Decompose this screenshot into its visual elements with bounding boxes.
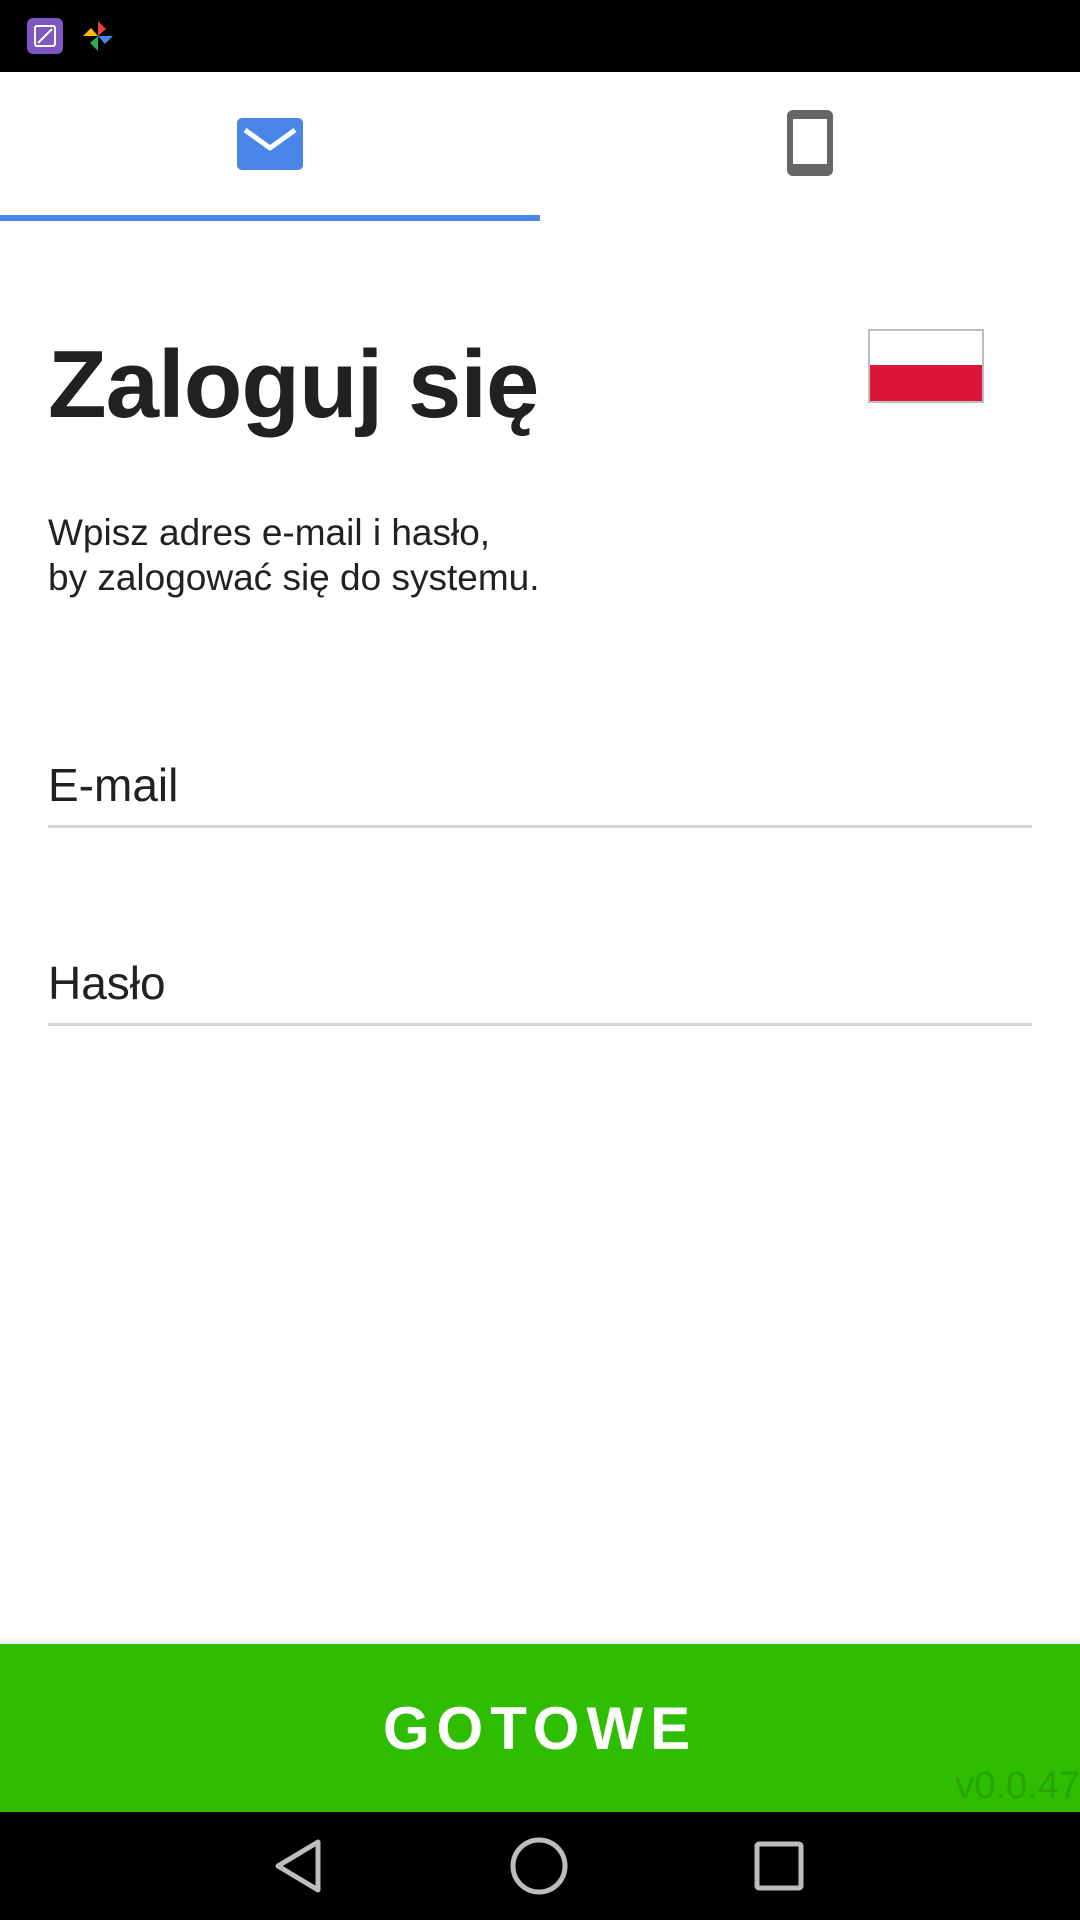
- mail-icon: [237, 118, 303, 175]
- selected-tab-indicator: [0, 215, 540, 221]
- login-method-tabs: [0, 72, 1080, 222]
- password-field[interactable]: [48, 943, 1032, 1023]
- navigation-bar: [0, 1812, 1080, 1920]
- home-icon[interactable]: [509, 1836, 569, 1896]
- pinwheel-app-icon: [80, 18, 116, 54]
- email-field[interactable]: [48, 745, 1032, 825]
- email-tab[interactable]: [0, 72, 540, 222]
- button-shadow: [0, 1636, 1080, 1644]
- status-bar: [0, 0, 1080, 72]
- submit-button[interactable]: GOTOWE: [0, 1644, 1080, 1812]
- page-title: Zaloguj się: [48, 331, 539, 438]
- version-label: v0.0.47: [955, 1765, 1080, 1807]
- phone-tab[interactable]: [540, 72, 1080, 222]
- recents-icon[interactable]: [749, 1836, 809, 1896]
- poland-flag-icon[interactable]: [868, 329, 984, 403]
- gallery-app-icon: [27, 18, 63, 54]
- instructions-line-1: Wpisz adres e-mail i hasło,: [48, 512, 491, 553]
- password-field-container: [48, 943, 1032, 1026]
- email-field-container: [48, 745, 1032, 828]
- smartphone-icon: [787, 110, 833, 181]
- back-icon[interactable]: [270, 1836, 330, 1896]
- login-instructions: Wpisz adres e-mail i hasło, by zalogować…: [48, 510, 848, 600]
- instructions-line-2: by zalogować się do systemu.: [48, 557, 540, 598]
